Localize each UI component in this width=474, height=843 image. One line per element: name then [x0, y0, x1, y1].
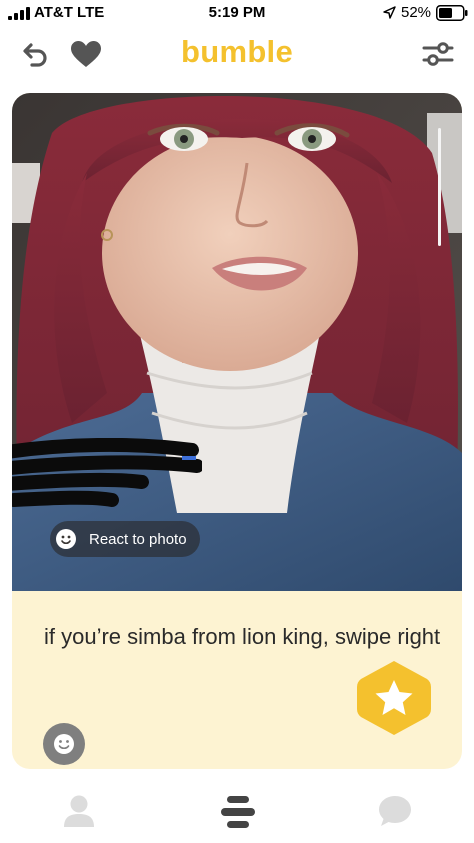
- react-to-photo-label: React to photo: [89, 530, 187, 548]
- profile-icon[interactable]: [62, 793, 96, 829]
- app-header: bumble: [0, 28, 474, 80]
- smiley-face-icon: [56, 529, 76, 549]
- profile-photo[interactable]: React to photo: [12, 93, 462, 591]
- swipe-stack-icon[interactable]: [219, 793, 257, 831]
- prompt-answer-text: if you’re simba from lion king, swipe ri…: [44, 624, 441, 649]
- superswipe-star-button[interactable]: [355, 658, 433, 738]
- location-arrow-icon: [383, 6, 396, 19]
- battery-icon: [436, 5, 468, 21]
- compliment-smiley-button[interactable]: [43, 723, 85, 765]
- react-to-photo-button[interactable]: React to photo: [50, 521, 200, 557]
- photo-scroll-indicator: [438, 128, 441, 246]
- battery-percentage: 52%: [401, 4, 432, 21]
- bumble-logo: bumble: [180, 34, 294, 69]
- chat-bubble-icon[interactable]: [377, 793, 413, 829]
- filter-sliders-icon[interactable]: [422, 40, 454, 68]
- status-bar: AT&T LTE 5:19 PM 52%: [0, 0, 474, 26]
- redacted-text-overlay: [12, 438, 202, 507]
